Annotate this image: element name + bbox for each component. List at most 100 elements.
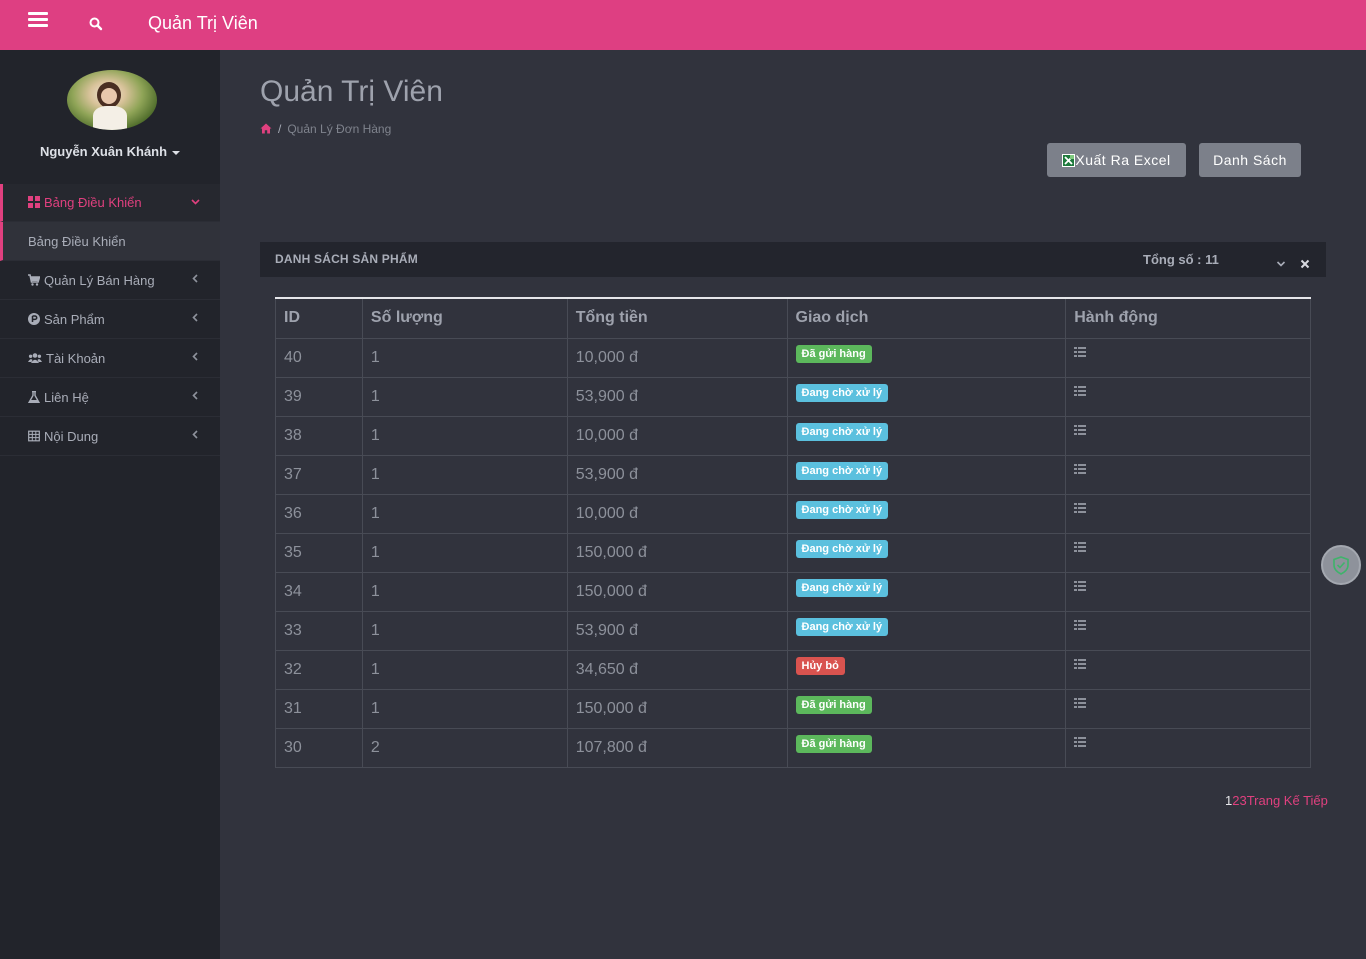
username: Nguyễn Xuân Khánh <box>39 144 168 159</box>
order-id: 32 <box>275 649 363 690</box>
pagination: 123Trang Kế Tiếp <box>1225 793 1328 808</box>
sidebar-item-dashboard[interactable]: Bảng Điều Khiển <box>0 184 220 222</box>
order-transaction-cell: Đang chờ xử lý <box>786 376 1067 417</box>
table-row: 32 1 34,650 đ Hủy bỏ <box>275 649 1311 690</box>
search-icon[interactable] <box>88 16 104 32</box>
breadcrumb-separator: / <box>278 122 282 136</box>
table-icon <box>28 418 40 442</box>
sidebar-item-products[interactable]: Sản Phẩm <box>0 300 220 339</box>
top-navbar: Quản Trị Viên <box>0 0 1366 50</box>
list-icon[interactable] <box>1074 579 1087 591</box>
order-id: 39 <box>275 376 363 417</box>
order-action-cell <box>1065 337 1311 378</box>
table-row: 30 2 107,800 đ Đã gửi hàng <box>275 727 1311 768</box>
order-action-cell <box>1065 571 1311 612</box>
column-header-action: Hành động <box>1065 297 1311 339</box>
order-action-cell <box>1065 688 1311 729</box>
list-button[interactable]: Danh Sách <box>1199 143 1301 177</box>
table-row: 31 1 150,000 đ Đã gửi hàng <box>275 688 1311 729</box>
order-id: 38 <box>275 415 363 456</box>
shield-icon[interactable] <box>1321 545 1361 585</box>
list-icon[interactable] <box>1074 696 1087 708</box>
order-total: 150,000 đ <box>566 571 788 612</box>
status-badge: Đang chờ xử lý <box>795 462 889 480</box>
order-quantity: 1 <box>361 532 568 573</box>
next-page-link[interactable]: Trang Kế Tiếp <box>1247 793 1328 808</box>
export-excel-button[interactable]: Xuất Ra Excel <box>1047 143 1186 177</box>
list-icon[interactable] <box>1074 462 1087 474</box>
order-transaction-cell: Đang chờ xử lý <box>786 454 1067 495</box>
order-quantity: 1 <box>361 337 568 378</box>
table-header-row: ID Số lượng Tổng tiền Giao dịch Hành độn… <box>275 297 1311 339</box>
list-icon[interactable] <box>1074 618 1087 630</box>
sidebar-item-label: Liên Hệ <box>44 390 89 405</box>
order-quantity: 1 <box>361 415 568 456</box>
excel-icon <box>1062 145 1076 167</box>
order-action-cell <box>1065 376 1311 417</box>
panel-title: DANH SÁCH SẢN PHẨM <box>275 252 418 266</box>
order-quantity: 1 <box>361 454 568 495</box>
list-icon[interactable] <box>1074 423 1087 435</box>
order-id: 33 <box>275 610 363 651</box>
home-icon[interactable] <box>260 123 272 134</box>
order-quantity: 1 <box>361 610 568 651</box>
page-link-3[interactable]: 3 <box>1239 793 1246 808</box>
order-transaction-cell: Đang chờ xử lý <box>786 571 1067 612</box>
sidebar-item-contact[interactable]: Liên Hệ <box>0 378 220 417</box>
order-transaction-cell: Đang chờ xử lý <box>786 610 1067 651</box>
sidebar-item-label: Tài Khoản <box>46 351 106 366</box>
table-row: 34 1 150,000 đ Đang chờ xử lý <box>275 571 1311 612</box>
order-transaction-cell: Đang chờ xử lý <box>786 415 1067 456</box>
order-action-cell <box>1065 532 1311 573</box>
product-hunt-icon <box>28 301 40 325</box>
table-row: 37 1 53,900 đ Đang chờ xử lý <box>275 454 1311 495</box>
status-badge: Đang chờ xử lý <box>795 384 889 402</box>
bars-icon[interactable] <box>28 12 48 28</box>
status-badge: Đã gửi hàng <box>795 345 872 363</box>
column-header-quantity: Số lượng <box>361 297 568 339</box>
chevron-left-icon <box>191 339 200 378</box>
order-total: 10,000 đ <box>566 415 788 456</box>
order-quantity: 2 <box>361 727 568 768</box>
order-action-cell <box>1065 415 1311 456</box>
order-quantity: 1 <box>361 376 568 417</box>
order-id: 31 <box>275 688 363 729</box>
user-menu[interactable]: Nguyễn Xuân Khánh <box>0 144 220 159</box>
order-quantity: 1 <box>361 688 568 729</box>
order-quantity: 1 <box>361 493 568 534</box>
list-icon[interactable] <box>1074 657 1087 669</box>
list-icon[interactable] <box>1074 540 1087 552</box>
order-id: 36 <box>275 493 363 534</box>
order-action-cell <box>1065 727 1311 768</box>
list-icon[interactable] <box>1074 345 1087 357</box>
sidebar-subitem-dashboard[interactable]: Bảng Điều Khiển <box>0 222 220 261</box>
avatar <box>67 70 157 130</box>
sidebar-item-content[interactable]: Nội Dung <box>0 417 220 456</box>
sidebar-item-accounts[interactable]: Tài Khoản <box>0 339 220 378</box>
status-badge: Đã gửi hàng <box>795 696 872 714</box>
close-icon[interactable] <box>1300 256 1310 269</box>
status-badge: Đang chờ xử lý <box>795 540 889 558</box>
panel-header: DANH SÁCH SẢN PHẨM Tổng số : 11 <box>260 242 1326 277</box>
order-transaction-cell: Đã gửi hàng <box>786 727 1067 768</box>
cart-icon <box>28 262 41 286</box>
sidebar-item-label: Bảng Điều Khiển <box>44 195 142 210</box>
column-header-id: ID <box>275 297 363 339</box>
list-icon[interactable] <box>1074 501 1087 513</box>
chevron-left-icon <box>191 417 200 456</box>
total-count: Tổng số : 11 <box>1143 252 1219 267</box>
order-action-cell <box>1065 649 1311 690</box>
sidebar: Nguyễn Xuân Khánh Bảng Điều Khiển Bảng Đ… <box>0 50 220 959</box>
breadcrumb-current: Quản Lý Đơn Hàng <box>287 122 392 136</box>
list-icon[interactable] <box>1074 735 1087 747</box>
status-badge: Đã gửi hàng <box>795 735 872 753</box>
list-icon[interactable] <box>1074 384 1087 396</box>
brand-title[interactable]: Quản Trị Viên <box>148 13 258 34</box>
sidebar-item-label: Bảng Điều Khiển <box>28 234 126 249</box>
sidebar-item-label: Nội Dung <box>44 429 99 444</box>
sidebar-item-sales[interactable]: Quản Lý Bán Hàng <box>0 261 220 300</box>
chevron-down-icon[interactable] <box>1276 256 1286 267</box>
chevron-left-icon <box>191 261 200 300</box>
status-badge: Hủy bỏ <box>795 657 845 675</box>
status-badge: Đang chờ xử lý <box>795 423 889 441</box>
